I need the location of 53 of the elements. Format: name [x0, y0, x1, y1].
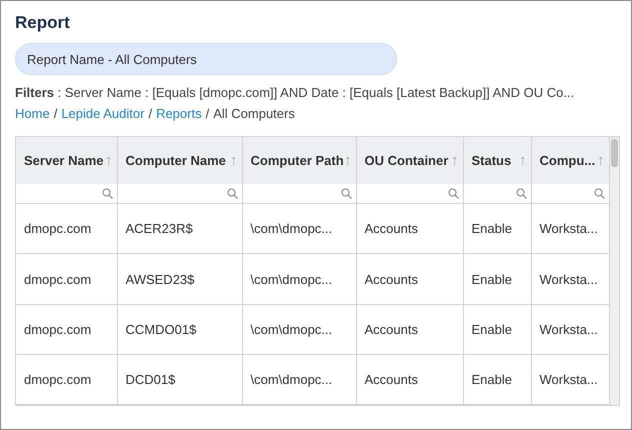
- scrollbar-thumb[interactable]: [610, 139, 618, 167]
- search-icon[interactable]: [594, 188, 604, 200]
- report-name-label: Report Name - All Computers: [15, 43, 397, 75]
- search-icon[interactable]: [340, 188, 352, 200]
- table-cell: dmopc.com: [16, 304, 117, 354]
- sort-arrow-icon[interactable]: ↑: [230, 152, 238, 169]
- page-title: Report: [15, 13, 71, 33]
- filters-text: Filters : Server Name : [Equals [dmopc.com]] AND Date : [Equals [Latest Backup]] AND OU Co...: [15, 85, 576, 100]
- table-cell: Enable: [463, 254, 531, 304]
- table-cell: dmopc.com: [16, 354, 117, 404]
- table-cell: Worksta...: [531, 204, 609, 254]
- sort-arrow-icon[interactable]: ↑: [597, 152, 604, 169]
- table-cell: dmopc.com: [16, 204, 117, 254]
- search-icon[interactable]: [226, 188, 238, 200]
- table-cell: \com\dmopc...: [242, 354, 356, 404]
- table-cell: \com\dmopc...: [242, 304, 356, 354]
- column-header[interactable]: OU Container ↑: [356, 137, 463, 184]
- table-cell: Enable: [463, 304, 531, 354]
- table-cell: CCMDO01$: [117, 304, 242, 354]
- search-icon[interactable]: [516, 188, 526, 200]
- table-cell: Accounts: [356, 354, 463, 404]
- sort-arrow-icon[interactable]: ↑: [344, 152, 352, 169]
- table-cell: Accounts: [356, 254, 463, 304]
- column-header[interactable]: Server Name↑: [16, 137, 117, 184]
- table-cell: Worksta...: [531, 254, 609, 304]
- breadcrumb-link[interactable]: Reports: [156, 106, 202, 121]
- sort-arrow-icon[interactable]: ↑: [105, 152, 112, 169]
- breadcrumb-link[interactable]: Home: [15, 106, 50, 121]
- breadcrumb-current: All Computers: [213, 106, 295, 121]
- breadcrumb-separator: /: [54, 106, 58, 121]
- sort-arrow-icon[interactable]: ↑: [451, 152, 458, 169]
- table-cell: ACER23R$: [117, 204, 242, 254]
- table-cell: Enable: [463, 204, 531, 254]
- column-header[interactable]: Computer Path↑: [242, 137, 356, 184]
- table-cell: DCD01$: [117, 354, 242, 404]
- search-icon[interactable]: [448, 188, 458, 200]
- table-cell: Accounts: [356, 304, 463, 354]
- breadcrumb-link[interactable]: Lepide Auditor: [61, 106, 144, 121]
- table-cell: \com\dmopc...: [242, 204, 356, 254]
- table-cell: AWSED23$: [117, 254, 242, 304]
- table-cell: dmopc.com: [16, 254, 117, 304]
- table-cell: Worksta...: [531, 354, 609, 404]
- column-header[interactable]: Status ↑: [463, 137, 531, 184]
- sort-arrow-icon[interactable]: ↑: [519, 152, 526, 169]
- breadcrumb-separator: /: [206, 106, 210, 121]
- column-header[interactable]: Computer Name ↑: [117, 137, 242, 184]
- breadcrumb-separator: /: [148, 106, 152, 121]
- column-header[interactable]: Compu...↑: [531, 137, 609, 184]
- table-cell: Enable: [463, 354, 531, 404]
- table-cell: Accounts: [356, 204, 463, 254]
- table-cell: Worksta...: [531, 304, 609, 354]
- table-cell: \com\dmopc...: [242, 254, 356, 304]
- search-icon[interactable]: [102, 188, 112, 200]
